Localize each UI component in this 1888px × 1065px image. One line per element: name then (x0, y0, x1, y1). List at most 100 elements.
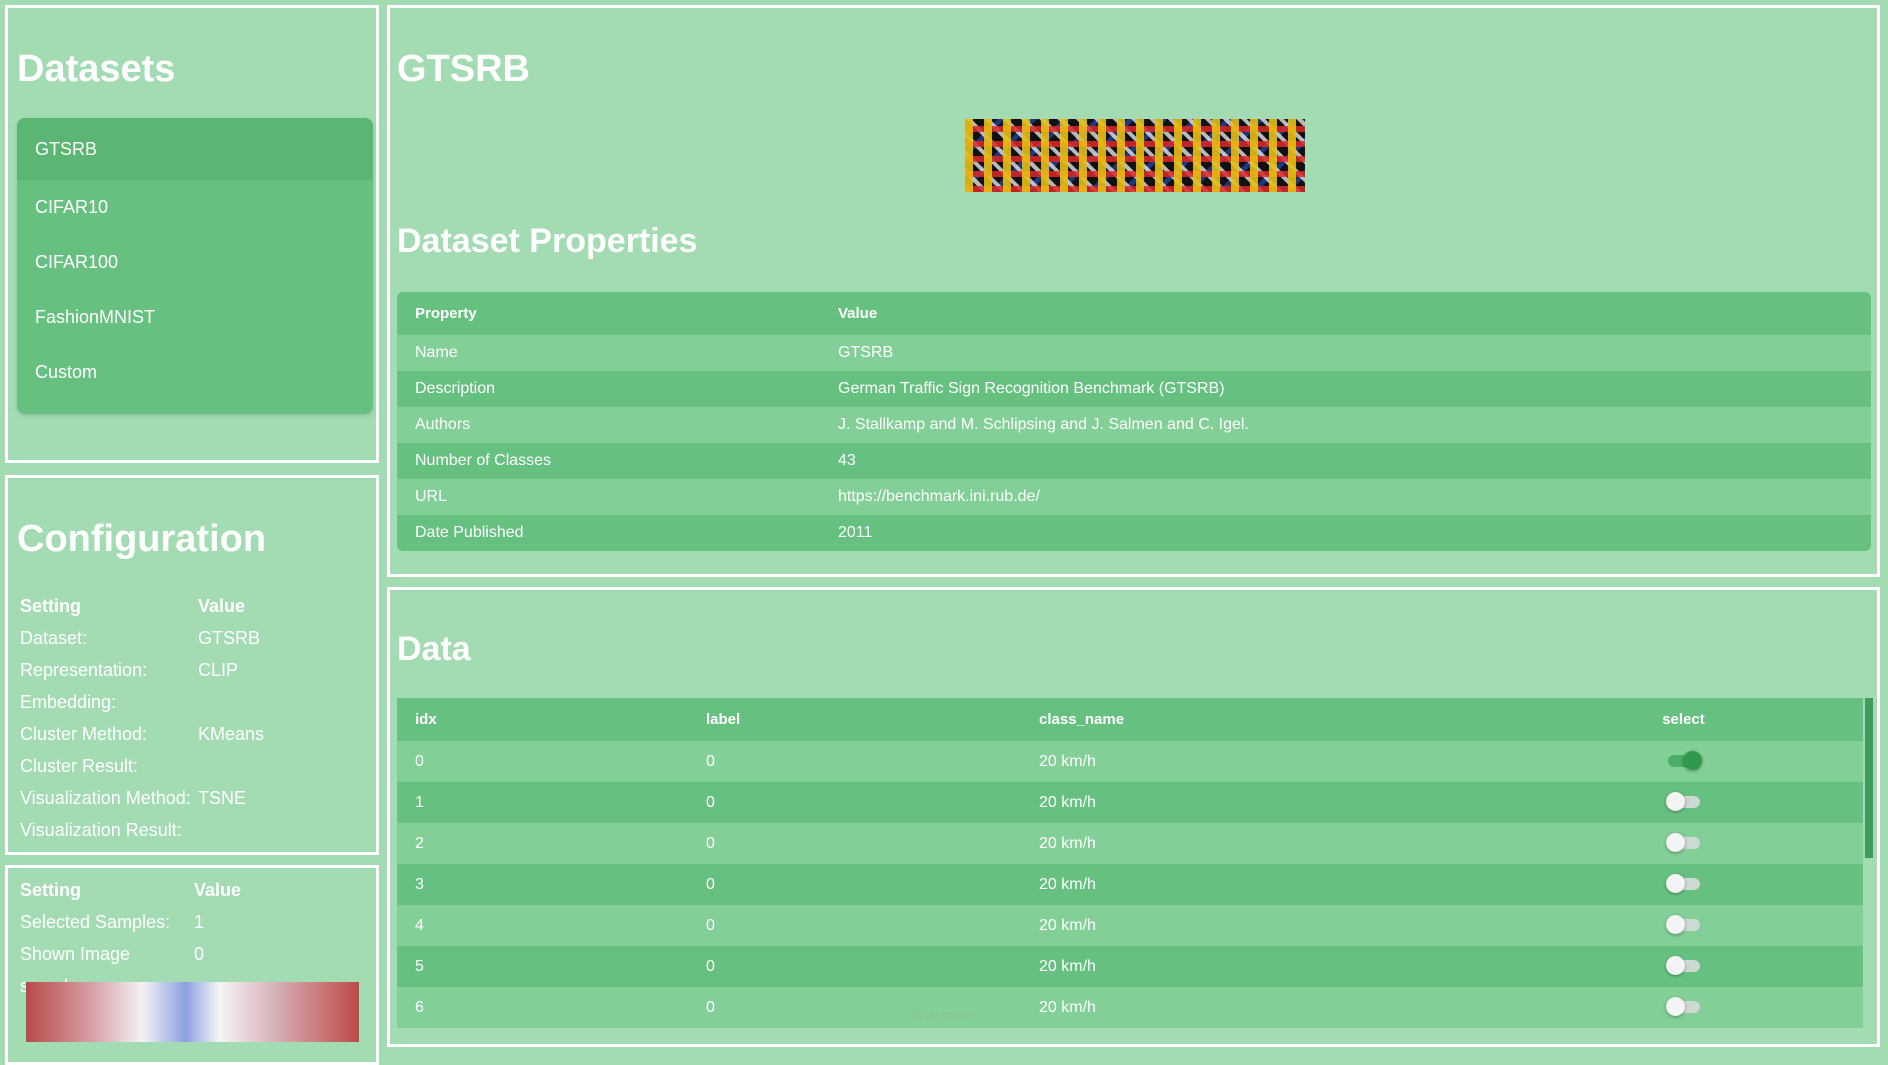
select-toggle[interactable] (1665, 915, 1700, 935)
table-row: URL https://benchmark.ini.rub.de/ (397, 479, 1871, 515)
class-name-column-header[interactable]: class_name (1021, 698, 1504, 741)
cell-select (1504, 782, 1863, 823)
datasets-panel: Datasets GTSRB CIFAR10 CIFAR100 FashionM… (5, 5, 379, 463)
table-row: Number of Classes 43 (397, 443, 1871, 479)
property-name: Date Published (397, 515, 820, 551)
config-row: Cluster Method: KMeans (20, 718, 264, 750)
configuration-panel: Configuration Setting Value Dataset: GTS… (5, 475, 379, 855)
datasets-title: Datasets (17, 48, 176, 90)
dataset-item-cifar100[interactable]: CIFAR100 (17, 235, 373, 290)
data-title: Data (397, 630, 471, 668)
dataset-item-cifar10[interactable]: CIFAR10 (17, 180, 373, 235)
idx-column-header[interactable]: idx (397, 698, 688, 741)
select-toggle[interactable] (1665, 874, 1700, 894)
table-row: Name GTSRB (397, 335, 1871, 371)
data-panel: Data idx label class_name select 0 0 20 km… (387, 587, 1880, 1047)
toggle-knob (1682, 751, 1702, 771)
config-row: Embedding: (20, 686, 264, 718)
table-row: 3 0 20 km/h (397, 864, 1863, 905)
table-row: 5 0 20 km/h (397, 946, 1863, 987)
selection-value: 1 (194, 912, 205, 932)
dataset-properties-title: Dataset Properties (397, 222, 698, 260)
table-row: 0 0 20 km/h (397, 741, 1863, 782)
cell-select (1504, 823, 1863, 864)
config-value: CLIP (198, 660, 239, 680)
setting-header: Setting (20, 596, 81, 616)
cell-label: 0 (688, 864, 1021, 905)
select-toggle[interactable] (1665, 997, 1700, 1017)
toggle-knob (1665, 915, 1685, 935)
toggle-knob (1665, 874, 1685, 894)
cell-label: 0 (688, 823, 1021, 864)
label-column-header[interactable]: label (688, 698, 1021, 741)
select-toggle[interactable] (1665, 956, 1700, 976)
select-toggle[interactable] (1665, 792, 1700, 812)
cell-idx: 6 (397, 987, 688, 1028)
selection-header: Setting Value (20, 874, 241, 906)
config-key: Visualization Method: (20, 788, 191, 808)
table-row: 6 0 20 km/h (397, 987, 1863, 1028)
configuration-header: Setting Value (20, 590, 264, 622)
data-table-scrollbar[interactable] (1865, 698, 1873, 858)
property-value[interactable]: https://benchmark.ini.rub.de/ (820, 479, 1871, 515)
property-name: Authors (397, 407, 820, 443)
select-toggle[interactable] (1665, 833, 1700, 853)
properties-table: Property Value Name GTSRB Description Ge… (397, 292, 1871, 551)
cell-idx: 0 (397, 741, 688, 782)
config-row: Visualization Method: TSNE (20, 782, 264, 814)
property-name: URL (397, 479, 820, 515)
toggle-knob (1665, 956, 1685, 976)
select-column-header: select (1504, 698, 1863, 741)
cell-class-name: 20 km/h (1021, 823, 1504, 864)
config-key: Cluster Method: (20, 724, 148, 744)
select-toggle[interactable] (1667, 751, 1702, 771)
watermark: Talpy inside (910, 1008, 973, 1022)
property-value: GTSRB (820, 335, 1871, 371)
cell-select (1504, 864, 1863, 905)
toggle-knob (1665, 997, 1685, 1017)
config-key: Cluster Result: (20, 756, 139, 776)
property-column-header: Property (397, 292, 820, 335)
table-row: 1 0 20 km/h (397, 782, 1863, 823)
dataset-list: GTSRB CIFAR10 CIFAR100 FashionMNIST Cust… (17, 118, 373, 414)
selection-row: Selected Samples: 1 (20, 906, 241, 938)
property-name: Description (397, 371, 820, 407)
data-table-body: 0 0 20 km/h 1 0 20 km/h 2 0 20 km/h 3 0 20 km/h 4 0 20… (397, 741, 1863, 1028)
setting-header: Setting (20, 880, 81, 900)
table-row: 2 0 20 km/h (397, 823, 1863, 864)
configuration-table: Setting Value Dataset: GTSRB Representat… (20, 590, 264, 846)
config-value: TSNE (198, 788, 247, 808)
selection-panel: Setting Value Selected Samples: 1 Shown … (5, 865, 379, 1065)
config-key: Dataset: (20, 628, 88, 648)
properties-header-row: Property Value (397, 292, 1871, 335)
dataset-item-fashionmnist[interactable]: FashionMNIST (17, 290, 373, 345)
cell-label: 0 (688, 782, 1021, 823)
property-value: German Traffic Sign Recognition Benchmar… (820, 371, 1871, 407)
cell-idx: 1 (397, 782, 688, 823)
dataset-item-gtsrb[interactable]: GTSRB (17, 118, 373, 180)
config-key: Representation: (20, 660, 148, 680)
cell-label: 0 (688, 946, 1021, 987)
cell-class-name: 20 km/h (1021, 987, 1504, 1028)
config-row: Representation: CLIP (20, 654, 264, 686)
selection-key: Selected Samples: (20, 912, 171, 932)
cell-class-name: 20 km/h (1021, 946, 1504, 987)
cell-class-name: 20 km/h (1021, 782, 1504, 823)
cell-idx: 5 (397, 946, 688, 987)
toggle-knob (1665, 792, 1685, 812)
sample-image (26, 982, 359, 1042)
configuration-title: Configuration (17, 518, 267, 560)
cell-label: 0 (688, 905, 1021, 946)
dataset-item-custom[interactable]: Custom (17, 345, 373, 400)
cell-class-name: 20 km/h (1021, 864, 1504, 905)
property-name: Name (397, 335, 820, 371)
dataset-thumbnail-mosaic (965, 119, 1305, 192)
cell-label: 0 (688, 741, 1021, 782)
config-row: Dataset: GTSRB (20, 622, 264, 654)
toggle-knob (1665, 833, 1685, 853)
value-header: Value (198, 596, 246, 616)
config-value: GTSRB (198, 628, 261, 648)
table-row: Date Published 2011 (397, 515, 1871, 551)
selection-key: Shown Image sample: (20, 944, 131, 996)
config-value: KMeans (198, 724, 265, 744)
